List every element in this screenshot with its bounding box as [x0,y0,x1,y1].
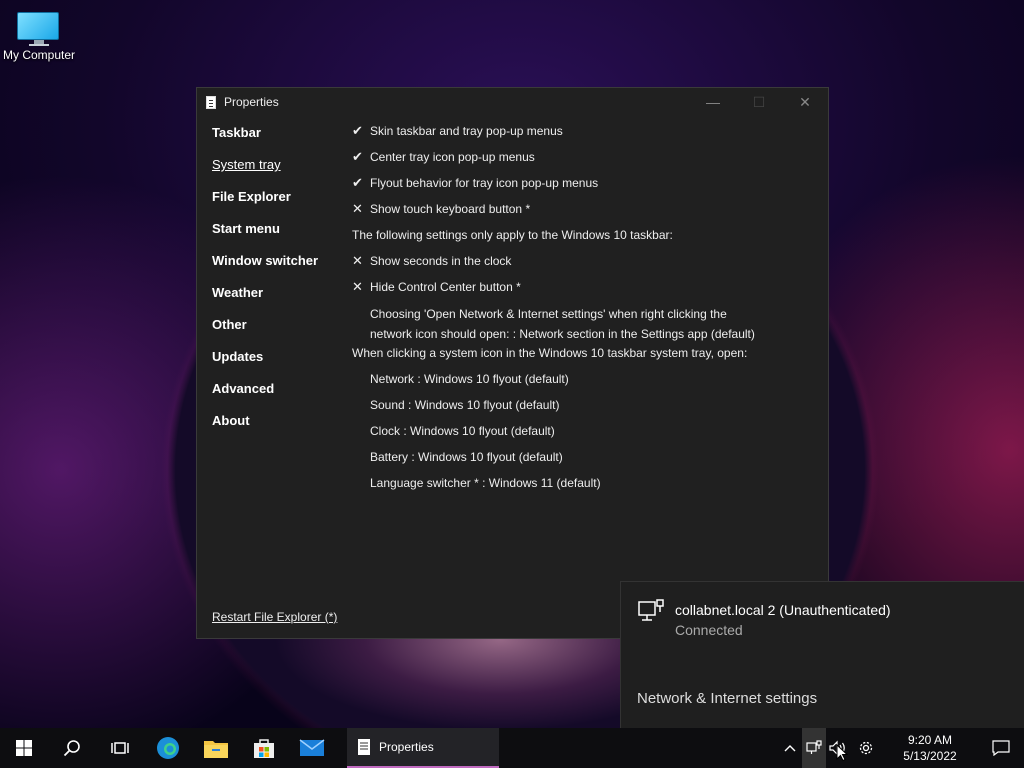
sidebar-nav: Taskbar System tray File Explorer Start … [212,124,318,444]
sidebar-item-window-switcher[interactable]: Window switcher [212,252,318,284]
sidebar-item-system-tray[interactable]: System tray [212,156,318,188]
cross-icon: ✕ [352,279,363,294]
sidebar-item-file-explorer[interactable]: File Explorer [212,188,318,220]
setting-label: Show touch keyboard button * [370,202,531,216]
checkmark-icon: ✔ [352,149,363,164]
setting-label: Center tray icon pop-up menus [370,150,535,164]
taskbar-app-properties[interactable]: Properties [347,728,499,768]
section-heading-win10: The following settings only apply to the… [352,222,818,248]
setting-label: Clock : Windows 10 flyout (default) [370,424,555,438]
task-view-button[interactable] [96,728,144,768]
setting-skin-menus[interactable]: ✔ Skin taskbar and tray pop-up menus [352,118,818,144]
sidebar-item-other[interactable]: Other [212,316,318,348]
setting-hide-control-center[interactable]: ✕ Hide Control Center button * [352,274,818,300]
windows-logo-icon [16,740,32,756]
file-explorer-button[interactable] [192,728,240,768]
setting-label: Network : Windows 10 flyout (default) [370,372,569,386]
section-heading-label: The following settings only apply to the… [352,228,673,242]
search-icon [63,740,80,757]
cross-icon: ✕ [352,201,363,216]
section-heading-label: When clicking a system icon in the Windo… [352,346,748,360]
window-titlebar[interactable]: Properties — ☐ ✕ [197,88,828,116]
taskbar: Properties 9:20 AM 5/13/2022 [0,728,1024,768]
setting-network-settings-target[interactable]: Choosing 'Open Network & Internet settin… [352,300,818,341]
network-flyout: collabnet.local 2 (Unauthenticated) Conn… [620,581,1024,729]
network-settings-link[interactable]: Network & Internet settings [637,690,817,707]
settings-panel: ✔ Skin taskbar and tray pop-up menus ✔ C… [352,118,818,496]
network-name[interactable]: collabnet.local 2 (Unauthenticated) [675,602,891,618]
setting-label: Battery : Windows 10 flyout (default) [370,450,563,464]
sidebar-item-about[interactable]: About [212,412,318,444]
action-center-button[interactable] [978,728,1024,768]
sidebar-item-advanced[interactable]: Advanced [212,380,318,412]
edge-button[interactable] [144,728,192,768]
setting-touch-keyboard[interactable]: ✕ Show touch keyboard button * [352,196,818,222]
edge-icon [157,737,179,759]
system-tray: 9:20 AM 5/13/2022 [778,728,1024,768]
window-title: Properties [224,95,279,109]
sidebar-item-weather[interactable]: Weather [212,284,318,316]
mail-button[interactable] [288,728,336,768]
network-status: Connected [675,622,743,638]
ethernet-icon [638,599,664,621]
setting-language-switcher[interactable]: Language switcher * : Windows 11 (defaul… [352,470,818,496]
checkmark-icon: ✔ [352,123,363,138]
mouse-cursor-icon [836,744,848,762]
start-button[interactable] [0,728,48,768]
sidebar-item-taskbar[interactable]: Taskbar [212,124,318,156]
setting-label: Language switcher * : Windows 11 (defaul… [370,476,601,490]
clock-date: 5/13/2022 [903,749,957,763]
computer-icon [17,12,61,46]
maximize-button[interactable]: ☐ [736,88,782,116]
settings-tray-button[interactable] [850,728,882,768]
desktop-icon-my-computer[interactable]: My Computer [0,8,78,62]
properties-window: Properties — ☐ ✕ Taskbar System tray Fil… [196,87,829,639]
gear-icon [859,741,873,755]
file-explorer-icon [204,741,228,758]
setting-show-seconds[interactable]: ✕ Show seconds in the clock [352,248,818,274]
sidebar-item-start-menu[interactable]: Start menu [212,220,318,252]
notification-icon [992,740,1010,756]
setting-label: Sound : Windows 10 flyout (default) [370,398,560,412]
setting-clock-flyout[interactable]: Clock : Windows 10 flyout (default) [352,418,818,444]
chevron-up-icon [784,745,796,752]
setting-sound-flyout[interactable]: Sound : Windows 10 flyout (default) [352,392,818,418]
minimize-button[interactable]: — [690,88,736,116]
checkmark-icon: ✔ [352,175,363,190]
mail-icon [299,739,325,756]
setting-flyout-behavior[interactable]: ✔ Flyout behavior for tray icon pop-up m… [352,170,818,196]
search-button[interactable] [48,728,96,768]
setting-label: Choosing 'Open Network & Internet settin… [370,307,727,321]
setting-battery-flyout[interactable]: Battery : Windows 10 flyout (default) [352,444,818,470]
sidebar-item-updates[interactable]: Updates [212,348,318,380]
restart-file-explorer-link[interactable]: Restart File Explorer (*) [212,610,337,624]
cross-icon: ✕ [352,253,363,268]
properties-icon [358,739,370,755]
show-hidden-icons-button[interactable] [778,728,802,768]
desktop-icon-label: My Computer [2,48,76,62]
clock-time: 9:20 AM [907,733,953,747]
network-tray-button[interactable] [802,728,826,768]
setting-label: Flyout behavior for tray icon pop-up men… [370,176,599,190]
setting-label: Show seconds in the clock [370,254,512,268]
clock[interactable]: 9:20 AM 5/13/2022 [882,732,978,764]
properties-icon [206,95,216,109]
setting-label: Skin taskbar and tray pop-up menus [370,124,563,138]
setting-label: Hide Control Center button * [370,280,521,294]
setting-center-menus[interactable]: ✔ Center tray icon pop-up menus [352,144,818,170]
store-icon [254,739,274,758]
network-icon [806,740,822,754]
setting-network-flyout[interactable]: Network : Windows 10 flyout (default) [352,366,818,392]
store-button[interactable] [240,728,288,768]
close-button[interactable]: ✕ [782,88,828,116]
taskbar-app-label: Properties [379,740,434,754]
task-view-icon [111,742,129,754]
